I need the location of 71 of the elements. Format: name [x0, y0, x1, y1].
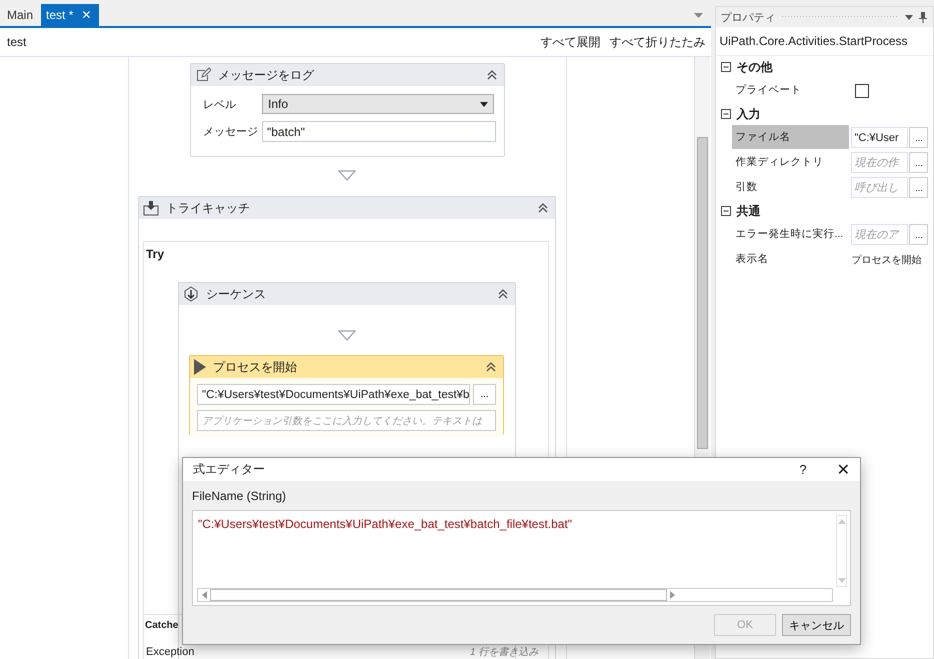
field-label: レベル [203, 98, 237, 112]
activity-title: プロセスを開始 [213, 358, 297, 376]
collapse-icon[interactable] [537, 202, 549, 214]
collapse-icon[interactable] [721, 109, 732, 119]
scroll-right-icon[interactable] [670, 591, 675, 599]
pin-icon[interactable] [919, 12, 927, 22]
activity-title: トライキャッチ [166, 200, 250, 216]
toolbar-link[interactable]: すべて折りたたみ [609, 34, 706, 50]
breadcrumb[interactable]: test [7, 35, 26, 49]
horizontal-scrollbar[interactable] [197, 588, 833, 602]
document-tab[interactable]: test * ✕ [41, 4, 100, 26]
expression-type-label: FileName (String) [192, 489, 288, 503]
close-button[interactable]: ✕ [836, 460, 850, 480]
panel-title: プロパティ [720, 10, 776, 24]
property-field[interactable]: "C:¥User [851, 127, 908, 148]
checkbox[interactable] [855, 84, 870, 98]
property-value[interactable]: プロセスを開始 [851, 252, 922, 266]
pencil-note-icon [195, 67, 211, 83]
caret-icon [480, 102, 488, 106]
exception-label: Exception [146, 646, 194, 658]
message-field[interactable]: "batch" [262, 121, 496, 142]
property-label[interactable]: 作業ディレクトリ [732, 150, 850, 175]
catches-label: Catche [145, 620, 178, 631]
property-label[interactable]: ファイル名 [732, 125, 850, 150]
browse-button[interactable]: ... [909, 177, 928, 198]
toolbar-link[interactable]: すべて展開 [540, 34, 600, 50]
exception-action: 1 行を書き込み [470, 647, 538, 658]
activity-header[interactable]: トライキャッチ [139, 197, 555, 219]
collapse-icon[interactable] [497, 288, 509, 300]
property-label[interactable]: 表示名 [732, 247, 850, 272]
document-tab[interactable]: Main [2, 4, 42, 26]
category-name: 入力 [736, 106, 760, 122]
browse-button[interactable]: ... [473, 384, 496, 405]
sequence-icon [183, 286, 199, 302]
collapse-icon[interactable] [485, 361, 497, 373]
property-label[interactable]: プライベート [732, 78, 850, 103]
scrollbar-thumb[interactable] [210, 589, 667, 601]
collapse-icon[interactable] [721, 62, 732, 72]
browse-button[interactable]: ... [909, 152, 928, 173]
activity-title: メッセージをログ [218, 66, 314, 84]
field-label: メッセージ [203, 125, 259, 139]
help-button[interactable]: ? [799, 462, 807, 477]
scroll-left-icon[interactable] [202, 591, 207, 599]
expression-text: "C:¥Users¥test¥Documents¥UiPath¥exe_bat_test¥batch_file¥test.bat" [198, 517, 572, 531]
activity-header[interactable]: シーケンス [179, 283, 515, 305]
file-path-field[interactable]: "C:¥Users¥test¥Documents¥UiPath¥exe_bat_test¥b [197, 384, 470, 405]
property-label[interactable]: 引数 [732, 175, 850, 200]
close-icon[interactable]: ✕ [81, 8, 92, 22]
browse-button[interactable]: ... [909, 224, 928, 245]
activity-type-name: UiPath.Core.Activities.StartProcess [716, 27, 933, 56]
property-label[interactable]: エラー発生時に実行... [732, 222, 850, 247]
activity-header[interactable]: メッセージをログ [191, 64, 504, 86]
collapse-icon[interactable] [486, 69, 498, 81]
expression-editor[interactable]: "C:¥Users¥test¥Documents¥UiPath¥exe_bat_test¥batch_file¥test.bat" [192, 510, 851, 606]
category-name: 共通 [736, 202, 760, 220]
dialog-title: 式エディター [193, 461, 265, 478]
dropdown-icon[interactable] [694, 13, 704, 18]
scrollbar-thumb[interactable] [697, 137, 708, 449]
activity-header[interactable]: プロセスを開始 [190, 356, 503, 378]
activity-title: シーケンス [206, 286, 266, 302]
drop-arrow-icon [338, 170, 356, 181]
level-dropdown[interactable]: Info [262, 94, 494, 114]
box-arrow-icon [143, 200, 159, 216]
collapse-icon[interactable] [721, 206, 732, 216]
dropdown-icon[interactable] [905, 14, 913, 20]
play-icon [194, 359, 206, 375]
dialog-button[interactable]: キャンセル [782, 614, 851, 636]
drop-arrow-icon [338, 330, 356, 341]
browse-button[interactable]: ... [909, 127, 928, 148]
try-label: Try [146, 247, 164, 261]
category-name: その他 [736, 58, 772, 76]
